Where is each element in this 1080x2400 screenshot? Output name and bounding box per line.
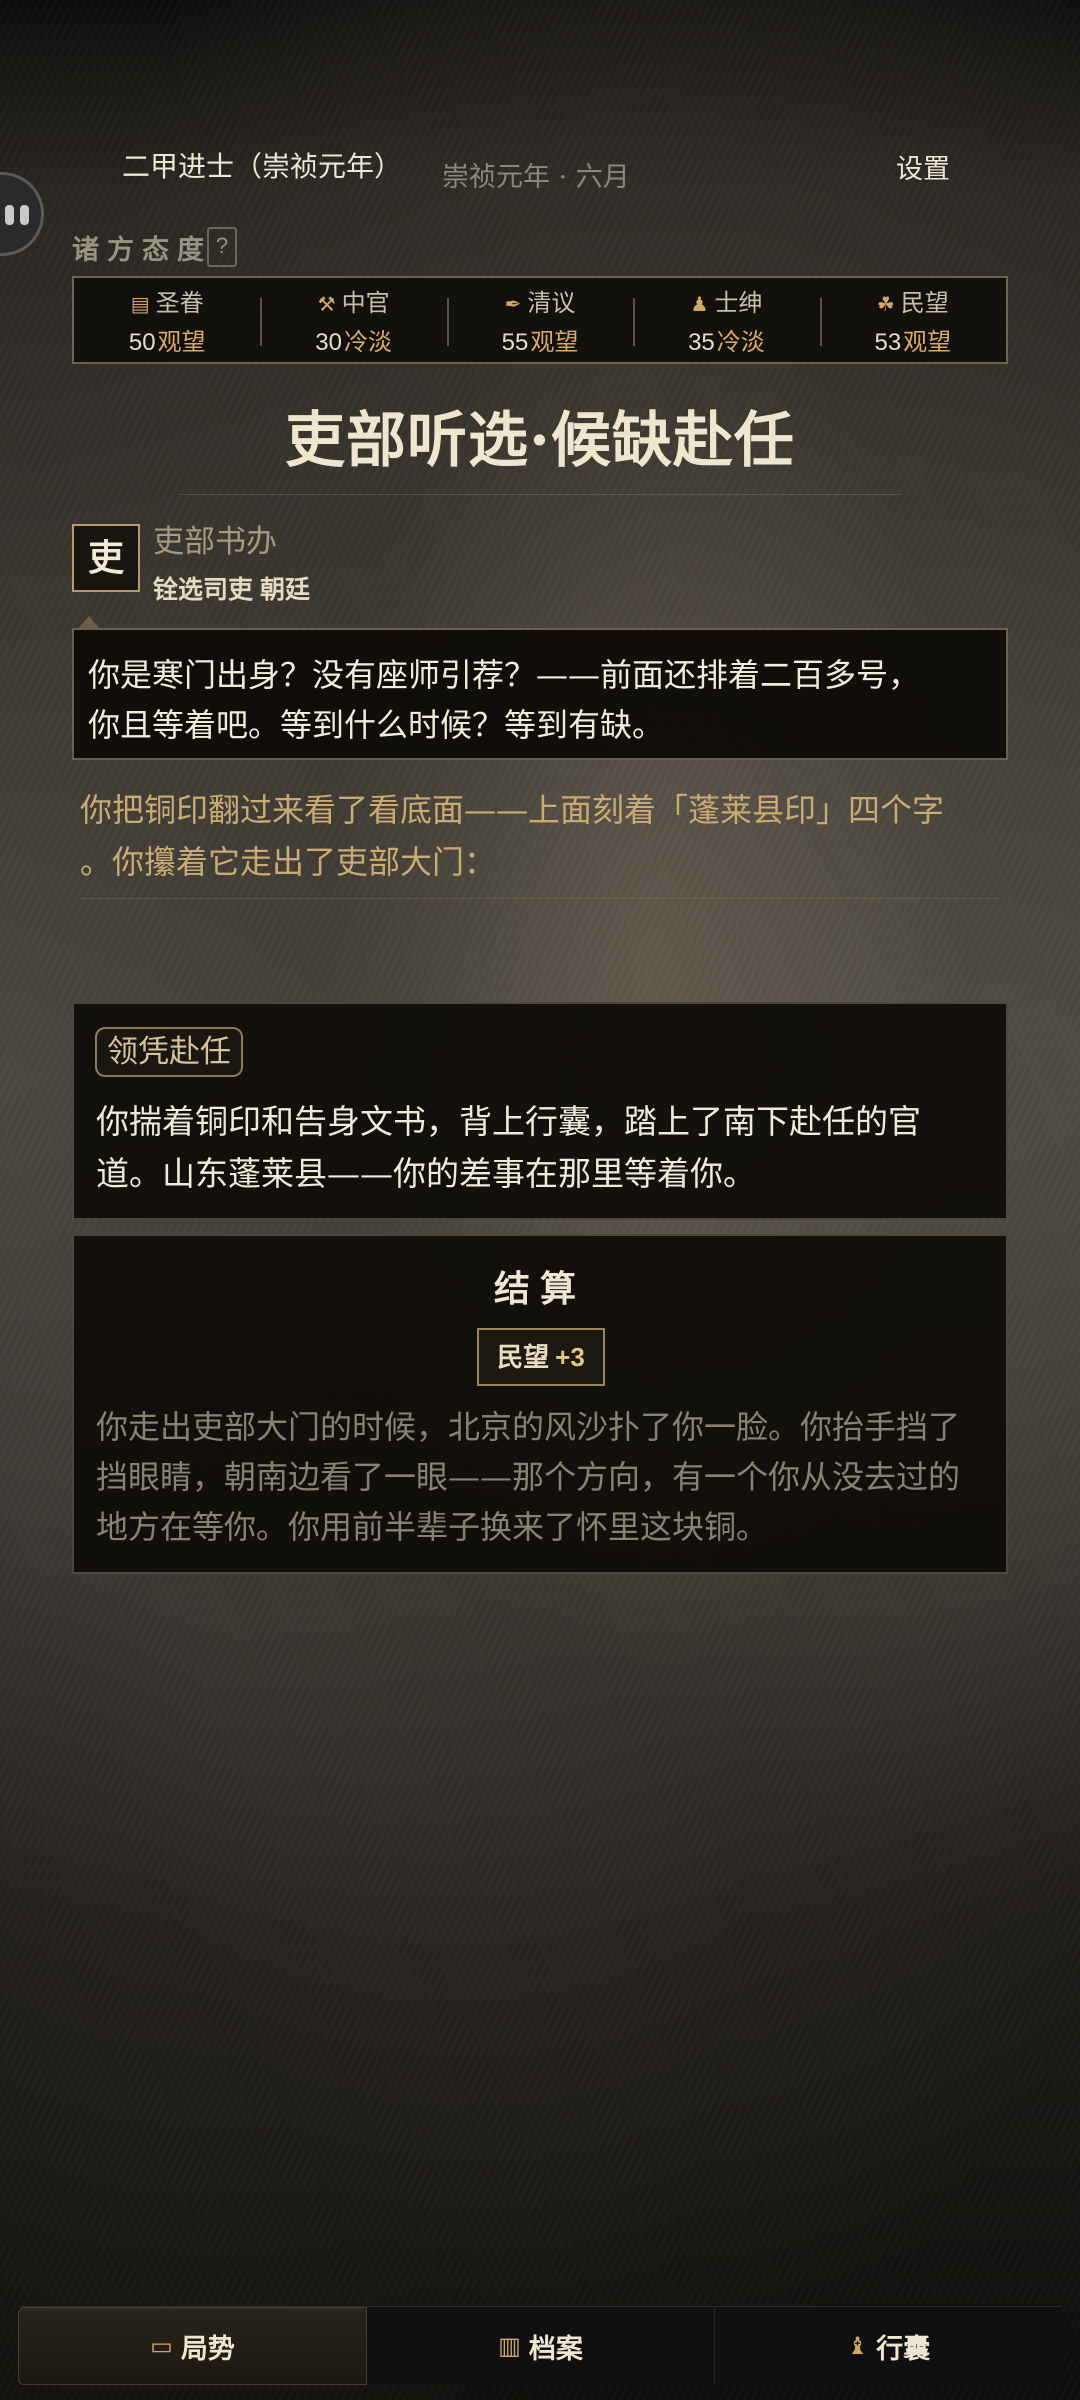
narration-line: 你把铜印翻过来看了看底面——上面刻着「蓬莱县印」四个字 [80,791,945,829]
settlement-line: 地方在等你。你用前半辈子换来了怀里这块铜。 [96,1508,769,1546]
scene-title: 吏部听选·候缺赴任 [285,406,795,476]
settlement-line: 挡眼睛，朝南边看了一眼——那个方向，有一个你从没去过的 [96,1458,961,1496]
settlement-effect-badge: 民望 +3 [477,1328,605,1386]
eunuch-icon: ⚒ [317,294,336,316]
attitude-status: 冷淡 [343,329,392,356]
attitude-value: 50 [128,329,156,356]
dialog-line: 你是寒门出身？没有座师引荐？——前面还排着二百多号， [88,656,921,694]
narration-text: 你把铜印翻过来看了看底面——上面刻着「蓬莱县印」四个字 。你攥着它走出了吏部大门… [80,784,1000,888]
nav-label: 档案 [528,2333,583,2364]
attitude-value: 53 [874,329,902,356]
effect-value: +3 [555,1342,585,1372]
narration-line: 。你攥着它走出了吏部大门： [80,843,497,881]
people-icon: ☘ [876,294,895,316]
bottom-nav: ▭ 局势 ▥ 档案 ♝ 行囊 [18,2306,1062,2385]
narration-divider [80,898,1000,899]
attitude-shishen[interactable]: ♟ 士绅 35冷淡 [633,278,819,362]
gentry-icon: ♟ [690,294,709,316]
attitude-status: 观望 [157,329,206,356]
bubble-eye-right [20,205,29,225]
game-screen: 二甲进士（崇祯元年） 崇祯元年 · 六月 设置 诸方态度 ? ▤ 圣眷 50观望 … [0,0,1080,2400]
settlement-text: 你走出吏部大门的时候，北京的风沙扑了你一脸。你抬手挡了 挡眼睛，朝南边看了一眼—… [96,1402,996,1552]
speaker-dialog: 你是寒门出身？没有座师引荐？——前面还排着二百多号， 你且等着吧。等到什么时候？… [72,628,1008,760]
nav-label: 行囊 [876,2333,931,2364]
attitudes-help-button[interactable]: ? [207,227,237,267]
settings-button[interactable]: 设置 [896,147,950,186]
bag-icon: ♝ [846,2332,869,2360]
game-date: 崇祯元年 · 六月 [442,162,630,193]
settlement-title: 结算 [493,1268,586,1310]
dialog-line: 你且等着吧。等到什么时候？等到有缺。 [88,706,665,744]
scholar-icon: ✒ [504,294,522,316]
attitude-status: 冷淡 [716,329,765,356]
effect-name: 民望 [497,1342,550,1372]
imperial-scroll-icon: ▤ [130,294,150,316]
speaker-badge: 吏 [72,524,140,592]
choice-line: 道。山东蓬莱县——你的差事在那里等着你。 [96,1154,756,1193]
assistant-bubble-button[interactable] [0,172,44,256]
attitude-value: 35 [688,329,715,356]
player-rank: 二甲进士（崇祯元年） [122,150,403,183]
attitude-name: 圣眷 [155,290,204,317]
choice-text: 你揣着铜印和告身文书，背上行囊，踏上了南下赴任的官 道。山东蓬莱县——你的差事在… [96,1096,996,1200]
attitude-name: 中官 [341,290,390,317]
attitude-shengjuan[interactable]: ▤ 圣眷 50观望 [74,278,260,362]
attitude-name: 民望 [900,290,949,317]
map-icon: ▭ [150,2332,173,2360]
title-divider [180,494,900,495]
attitude-name: 士绅 [714,290,763,317]
attitude-value: 55 [501,329,529,356]
settlement-line: 你走出吏部大门的时候，北京的风沙扑了你一脸。你抬手挡了 [96,1408,961,1446]
choice-line: 你揣着铜印和告身文书，背上行囊，踏上了南下赴任的官 [96,1102,921,1141]
attitude-minwang[interactable]: ☘ 民望 53观望 [819,278,1006,362]
archive-icon: ▥ [498,2332,521,2360]
attitude-name: 清议 [527,290,576,317]
speaker-name: 吏部书办 [153,524,277,560]
attitude-zhongguan[interactable]: ⚒ 中官 30冷淡 [260,278,446,362]
speaker-subtitle: 铨选司吏 朝廷 [153,576,310,604]
nav-label: 局势 [180,2333,235,2364]
choice-tag: 领凭赴任 [95,1027,243,1077]
attitudes-panel: ▤ 圣眷 50观望 ⚒ 中官 30冷淡 ✒ 清议 55观望 ♟ 士绅 35冷淡 ☘ 民望 … [72,276,1008,364]
nav-tab-bag[interactable]: ♝ 行囊 [715,2307,1062,2385]
attitude-qingyi[interactable]: ✒ 清议 55观望 [446,278,633,362]
attitudes-title: 诸方态度 [72,235,212,265]
attitude-status: 观望 [530,329,579,356]
bubble-eye-left [5,205,14,225]
nav-tab-archive[interactable]: ▥ 档案 [367,2307,715,2385]
nav-tab-situation[interactable]: ▭ 局势 [18,2307,367,2385]
attitude-status: 观望 [903,329,952,356]
attitude-value: 30 [315,329,342,356]
